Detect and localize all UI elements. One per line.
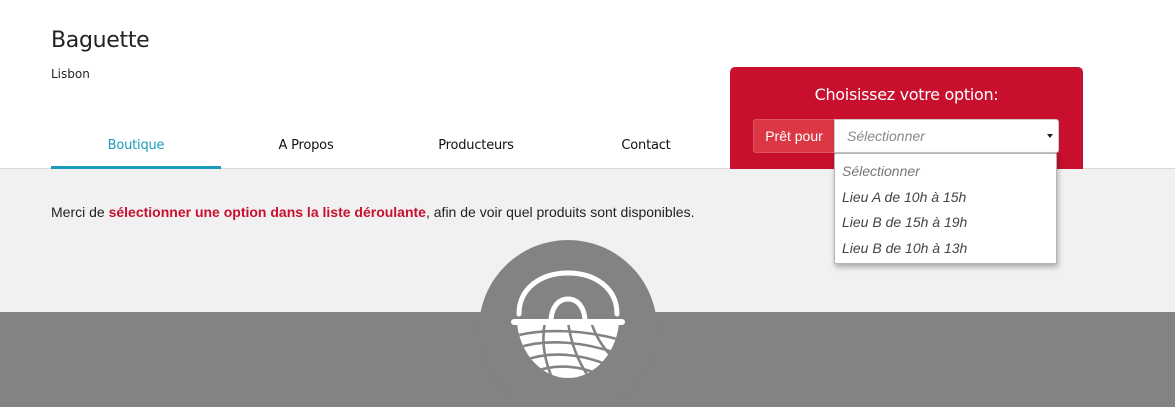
- message-after: , afin de voir quel produits sont dispon…: [425, 204, 695, 220]
- option-select[interactable]: Sélectionner: [834, 119, 1059, 153]
- tab-a-propos[interactable]: A Propos: [221, 124, 391, 169]
- option-panel-title: Choisissez votre option:: [814, 85, 999, 104]
- dropdown-option-lieu-a-10-15[interactable]: Lieu A de 10h à 15h: [835, 185, 1056, 211]
- dropdown-option-lieu-b-15-19[interactable]: Lieu B de 15h à 19h: [835, 210, 1056, 236]
- option-select-value: Sélectionner: [847, 128, 925, 144]
- message-highlight: sélectionner une option dans la liste dé…: [108, 204, 426, 220]
- shop-name: Baguette: [51, 28, 150, 53]
- option-dropdown-list: Sélectionner Lieu A de 10h à 15h Lieu B …: [834, 153, 1057, 264]
- caret-down-icon: [1047, 134, 1053, 138]
- message-before: Merci de: [51, 204, 109, 220]
- main-nav: Boutique A Propos Producteurs Contact: [51, 124, 731, 169]
- basket-icon: [511, 270, 625, 378]
- tab-contact[interactable]: Contact: [561, 124, 731, 169]
- site-header: Baguette Lisbon Boutique A Propos Produc…: [0, 0, 1175, 169]
- selection-message: Merci de sélectionner une option dans la…: [51, 204, 694, 220]
- tab-boutique[interactable]: Boutique: [51, 124, 221, 169]
- ready-for-label: Prêt pour: [753, 119, 835, 153]
- dropdown-option-select[interactable]: Sélectionner: [835, 159, 1056, 185]
- shop-city: Lisbon: [51, 67, 90, 81]
- dropdown-option-lieu-b-10-13[interactable]: Lieu B de 10h à 13h: [835, 236, 1056, 262]
- tab-producteurs[interactable]: Producteurs: [391, 124, 561, 169]
